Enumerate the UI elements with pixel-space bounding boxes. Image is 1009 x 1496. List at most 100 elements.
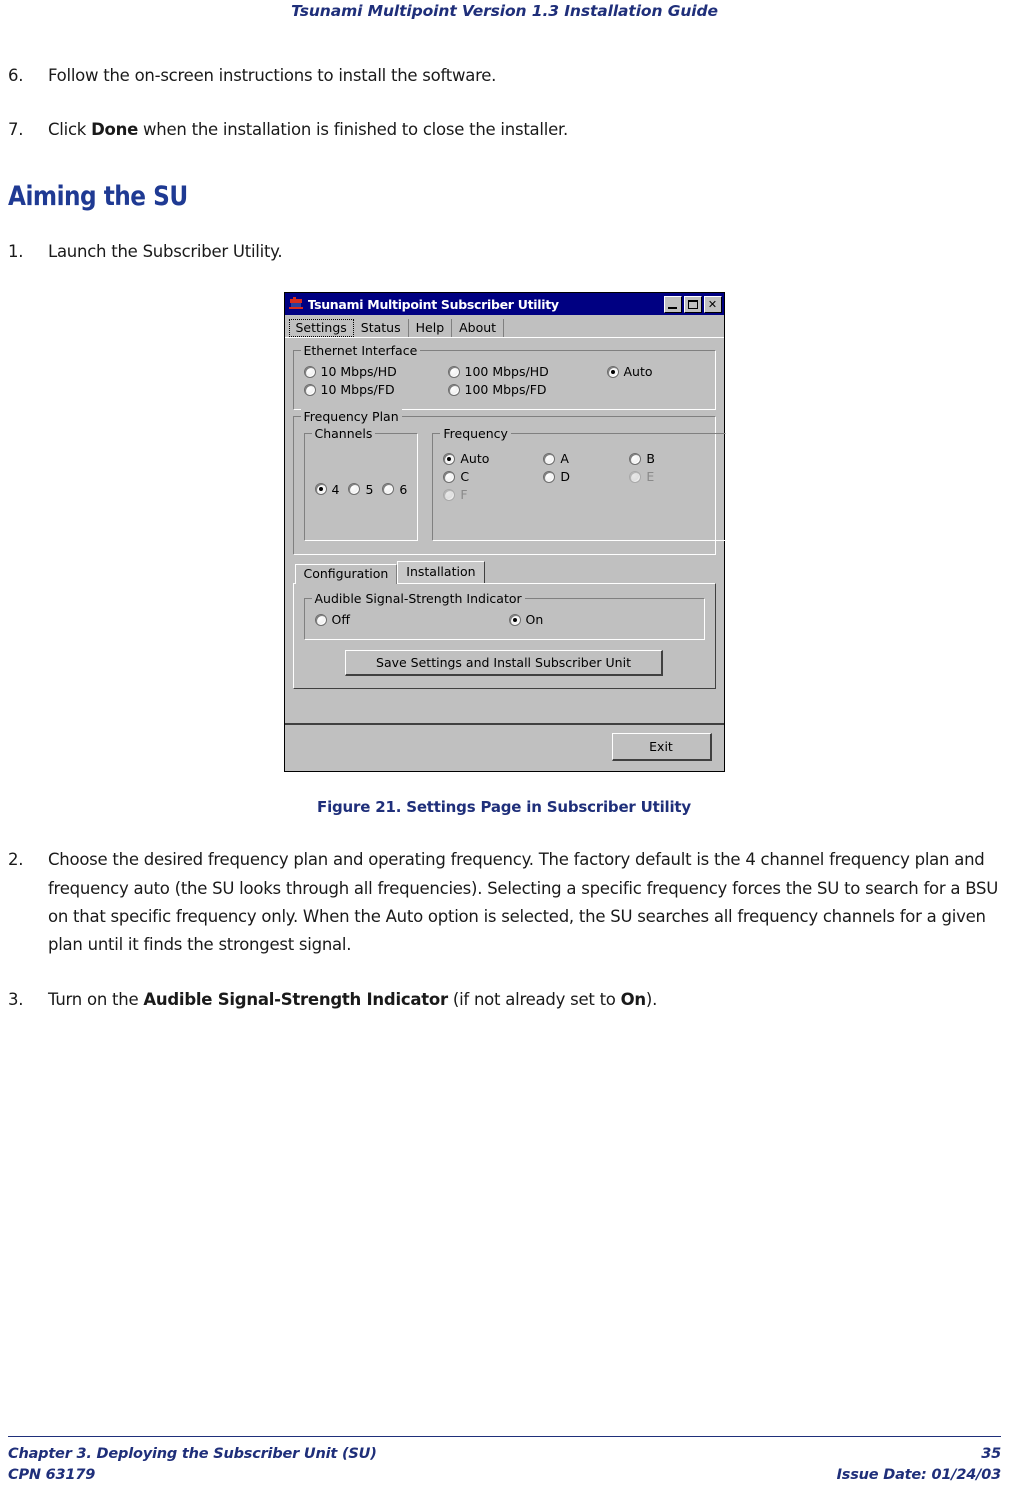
radio-frequency-auto-label: Auto [460, 451, 490, 467]
save-button-row: Save Settings and Install Subscriber Uni… [304, 650, 705, 677]
channels-group: Channels 4 5 6 [303, 426, 419, 542]
close-button[interactable]: ✕ [703, 295, 722, 313]
radio-10mbps-hd-icon [303, 365, 316, 378]
radio-audible-on-icon [508, 613, 521, 626]
installation-panel: Audible Signal-Strength Indicator Off On [292, 583, 716, 690]
frequency-group: Frequency Auto A B C D E F [432, 426, 727, 542]
step-3: 3. Turn on the Audible Signal-Strength In… [8, 986, 1000, 1014]
ethernet-row-1: 10 Mbps/HD 100 Mbps/HD Auto [303, 364, 705, 380]
radio-100mbps-fd-label: 100 Mbps/FD [464, 382, 547, 398]
frequency-plan-inner: Channels 4 5 6 Frequency Auto A B C D E … [303, 426, 727, 545]
radio-100mbps-fd[interactable]: 100 Mbps/FD [447, 382, 593, 398]
radio-channel-4-icon [314, 483, 327, 496]
step-3-number: 3. [8, 989, 24, 1009]
radio-audible-on[interactable]: On [508, 612, 543, 627]
radio-frequency-b-label: B [646, 451, 655, 467]
dialog-spacer [292, 689, 716, 724]
footer-chapter: Chapter 3. Deploying the Subscriber Unit… [8, 1445, 377, 1462]
figure-21: Tsunami Multipoint Subscriber Utility ✕ … [8, 292, 1000, 773]
minimize-button[interactable] [663, 295, 682, 313]
radio-10mbps-fd-label: 10 Mbps/FD [320, 382, 395, 398]
running-head: Tsunami Multipoint Version 1.3 Installat… [291, 2, 718, 20]
exit-button[interactable]: Exit [611, 733, 712, 762]
main-tabstrip: Settings Status Help About [284, 315, 724, 338]
frequency-plan-group: Frequency Plan Channels 4 5 6 Frequency … [292, 409, 727, 556]
radio-ethernet-auto[interactable]: Auto [606, 364, 653, 379]
app-logo-icon [288, 296, 304, 312]
step-2: 2. Choose the desired frequency plan and … [8, 846, 1000, 960]
radio-10mbps-hd[interactable]: 10 Mbps/HD [303, 364, 434, 379]
frequency-row-3: F [443, 487, 715, 502]
ethernet-row-2: 10 Mbps/FD 100 Mbps/FD [303, 382, 705, 398]
radio-channel-6[interactable]: 6 [382, 482, 407, 497]
inner-tab-configuration[interactable]: Configuration [294, 564, 398, 585]
radio-100mbps-hd[interactable]: 100 Mbps/HD [447, 364, 593, 380]
step-1: 1. Launch the Subscriber Utility. [8, 238, 1000, 266]
inner-tabstrip: Configuration Installation [294, 561, 716, 585]
radio-channel-5-icon [348, 483, 361, 496]
radio-frequency-f-icon [443, 488, 456, 501]
step-7-bold: Done [91, 120, 139, 140]
save-settings-button[interactable]: Save Settings and Install Subscriber Uni… [345, 650, 663, 677]
radio-10mbps-fd[interactable]: 10 Mbps/FD [303, 382, 434, 398]
radio-100mbps-hd-label: 100 Mbps/HD [464, 364, 549, 380]
radio-100mbps-fd-icon [447, 383, 460, 396]
radio-frequency-e-label: E [646, 469, 655, 485]
radio-frequency-c-label: C [460, 469, 470, 485]
radio-frequency-e: E [629, 469, 701, 484]
radio-channel-6-label: 6 [399, 481, 408, 497]
radio-10mbps-fd-icon [303, 383, 316, 396]
radio-frequency-c-icon [443, 470, 456, 483]
radio-frequency-auto[interactable]: Auto [443, 451, 529, 466]
tab-status[interactable]: Status [354, 319, 409, 338]
close-icon: ✕ [707, 297, 718, 311]
page-footer: Chapter 3. Deploying the Subscriber Unit… [8, 1435, 1001, 1486]
step-1-number: 1. [8, 241, 24, 261]
step-7-text-after: when the installation is finished to clo… [138, 120, 568, 140]
frequency-plan-title: Frequency Plan [300, 409, 402, 425]
radio-frequency-e-icon [629, 470, 642, 483]
radio-channel-5-label: 5 [365, 481, 374, 497]
radio-frequency-d-label: D [560, 469, 570, 485]
channels-row: 4 5 6 [314, 482, 407, 497]
radio-audible-off-icon [314, 613, 327, 626]
radio-frequency-f: F [443, 487, 529, 502]
step-6: 6. Follow the on-screen instructions to i… [8, 62, 1000, 90]
channels-title: Channels [311, 426, 376, 442]
radio-channel-4[interactable]: 4 [314, 482, 339, 497]
radio-frequency-a[interactable]: A [543, 451, 615, 466]
radio-frequency-b[interactable]: B [629, 451, 701, 466]
tab-help[interactable]: Help [409, 319, 453, 338]
maximize-button[interactable] [683, 295, 702, 313]
dialog-footer: Exit [284, 723, 724, 772]
step-7: 7. Click Done when the installation is fi… [8, 116, 1000, 144]
section-heading: Aiming the SU [8, 180, 188, 212]
footer-cpn: CPN 63179 [8, 1466, 96, 1483]
figure-caption: Figure 21. Settings Page in Subscriber U… [317, 798, 691, 817]
radio-100mbps-hd-icon [447, 365, 460, 378]
step-3-text-after: ). [645, 989, 658, 1009]
step-2-text: Choose the desired frequency plan and op… [48, 850, 999, 955]
radio-frequency-d[interactable]: D [543, 469, 615, 484]
frequency-row-1: Auto A B [443, 451, 715, 466]
ethernet-interface-title: Ethernet Interface [300, 343, 421, 359]
settings-panel: Ethernet Interface 10 Mbps/HD 100 Mbps/H… [284, 337, 727, 724]
tab-settings[interactable]: Settings [288, 319, 354, 338]
step-3-bold-on: On [620, 989, 647, 1009]
frequency-row-2: C D E [443, 469, 715, 484]
radio-channel-5[interactable]: 5 [348, 482, 373, 497]
radio-frequency-a-label: A [560, 451, 569, 467]
radio-frequency-d-icon [543, 470, 556, 483]
footer-line-2: CPN 63179 Issue Date: 01/24/03 [8, 1465, 1001, 1486]
step-7-number: 7. [8, 120, 24, 140]
radio-frequency-b-icon [629, 452, 642, 465]
window-controls: ✕ [663, 295, 722, 313]
radio-frequency-c[interactable]: C [443, 469, 529, 484]
ethernet-interface-group: Ethernet Interface 10 Mbps/HD 100 Mbps/H… [292, 343, 716, 411]
radio-audible-off[interactable]: Off [314, 612, 495, 627]
inner-tab-installation[interactable]: Installation [397, 561, 485, 584]
step-6-number: 6. [8, 66, 24, 85]
step-6-text: Follow the on-screen instructions to ins… [48, 66, 497, 85]
audible-signal-strength-group: Audible Signal-Strength Indicator Off On [303, 591, 705, 641]
tab-about[interactable]: About [452, 319, 505, 338]
